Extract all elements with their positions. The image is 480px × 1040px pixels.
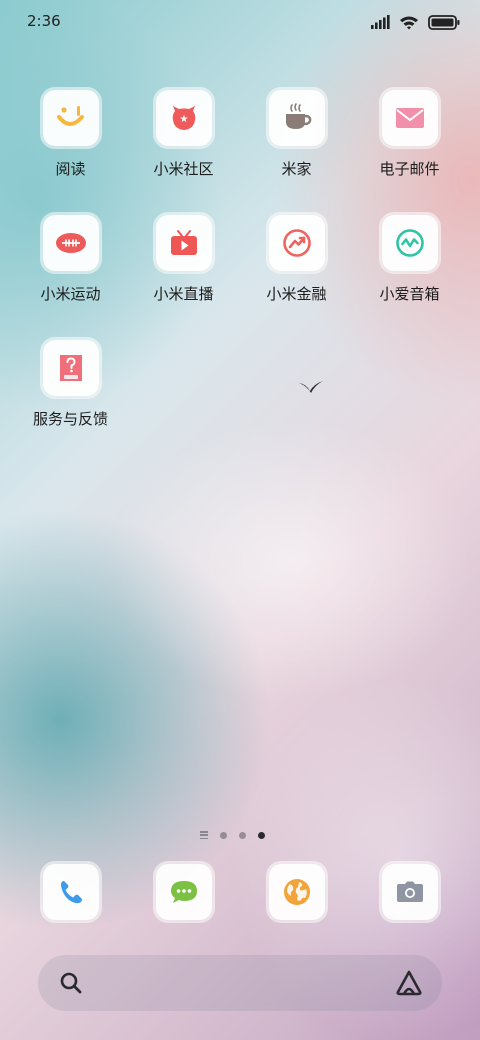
app-icon-tile[interactable] <box>42 215 99 271</box>
reading-icon <box>56 106 84 126</box>
app-icon-tile[interactable] <box>268 864 325 920</box>
mi-live-icon <box>170 230 197 255</box>
status-icons <box>371 12 460 32</box>
app-mi-fit[interactable]: 小米运动 <box>14 215 127 304</box>
app-icon-tile[interactable] <box>42 864 99 920</box>
app-icon-tile[interactable] <box>268 90 325 146</box>
browser-globe-icon <box>283 879 310 905</box>
app-mi-finance[interactable]: 小米金融 <box>240 215 353 304</box>
dock-browser[interactable] <box>240 864 353 920</box>
app-mi-live[interactable]: 小米直播 <box>127 215 240 304</box>
phone-icon <box>60 881 82 904</box>
messages-icon <box>170 881 197 903</box>
app-icon-tile[interactable] <box>42 90 99 146</box>
search-bar[interactable] <box>38 955 442 1011</box>
dock-phone[interactable] <box>14 864 127 920</box>
mijia-cup-icon <box>285 103 311 129</box>
page-dot[interactable] <box>239 831 246 839</box>
svg-text:★: ★ <box>179 114 188 125</box>
page-dot[interactable] <box>220 831 227 839</box>
app-label: 小米社区 <box>153 160 214 178</box>
mi-community-icon: ★ <box>172 106 195 130</box>
mi-finance-icon <box>282 229 311 257</box>
app-icon-tile[interactable] <box>42 340 99 396</box>
app-xiaoai-speaker[interactable]: 小爱音箱 <box>353 215 466 304</box>
page-indicator[interactable] <box>200 829 265 841</box>
app-service-feedback[interactable]: 服务与反馈 <box>14 340 127 429</box>
app-icon-tile[interactable]: ★ <box>155 90 212 146</box>
app-label: 阅读 <box>55 160 86 178</box>
app-label: 电子邮件 <box>379 160 440 178</box>
app-icon-tile[interactable] <box>155 864 212 920</box>
dock <box>0 864 480 924</box>
camera-icon <box>396 881 423 902</box>
app-label: 服务与反馈 <box>32 410 108 428</box>
app-icon-tile[interactable] <box>155 215 212 271</box>
dock-messages[interactable] <box>127 864 240 920</box>
bird-wallpaper-decoration <box>299 381 323 393</box>
xiaoai-speaker-icon <box>395 229 424 257</box>
wifi-icon <box>400 16 418 29</box>
status-bar: 2:36 <box>0 0 480 44</box>
search-icon[interactable] <box>58 970 84 996</box>
app-icon-tile[interactable] <box>381 90 438 146</box>
mail-icon <box>395 108 424 128</box>
mi-fit-icon <box>55 233 86 253</box>
page-dot-active[interactable] <box>258 831 265 839</box>
app-icon-tile[interactable] <box>381 864 438 920</box>
app-icon-tile[interactable] <box>381 215 438 271</box>
app-reading[interactable]: 阅读 <box>14 90 127 179</box>
home-list-indicator[interactable] <box>200 831 208 839</box>
app-label: 米家 <box>281 160 312 178</box>
battery-icon <box>428 14 460 30</box>
app-mail[interactable]: 电子邮件 <box>353 90 466 179</box>
dock-camera[interactable] <box>353 864 466 920</box>
app-label: 小米直播 <box>153 285 214 303</box>
app-label: 小米金融 <box>266 285 327 303</box>
app-icon-tile[interactable] <box>268 215 325 271</box>
service-feedback-icon <box>59 355 82 381</box>
app-label: 小爱音箱 <box>379 285 440 303</box>
signal-icon <box>371 15 390 29</box>
app-label: 小米运动 <box>40 285 101 303</box>
status-time: 2:36 <box>27 12 61 30</box>
app-mi-community[interactable]: ★ 小米社区 <box>127 90 240 179</box>
assistant-icon[interactable] <box>394 969 424 997</box>
app-mijia[interactable]: 米家 <box>240 90 353 179</box>
